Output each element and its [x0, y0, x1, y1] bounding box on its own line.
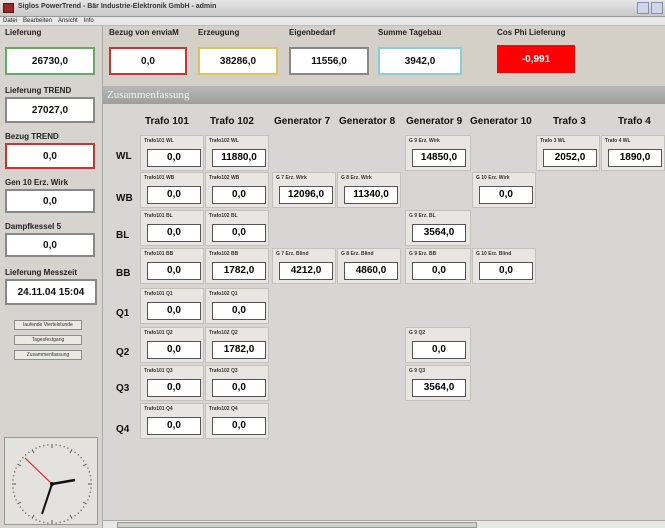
cell-gen8-wb: G 8 Erz. Wirk 11340,0	[337, 172, 401, 208]
tile-label-bezug-trend: Bezug TREND	[5, 132, 59, 141]
cell-gen8-bb: G 8 Erz. Blind 4860,0	[337, 248, 401, 284]
cell-trafo102-bb: Trafo102 BB 1782,0	[205, 248, 269, 284]
section-title: Zusammenfassung	[107, 89, 190, 101]
col-trafo-101: Trafo 101	[145, 116, 189, 127]
col-trafo-102: Trafo 102	[210, 116, 254, 127]
tile-label-dampfkessel: Dampfkessel 5	[5, 222, 62, 231]
cell-trafo102-q3: Trafo102 Q3 0,0	[205, 365, 269, 401]
close-button[interactable]	[651, 2, 663, 14]
cell-trafo3-wl: Trafo 3 WL 2052,0	[536, 135, 600, 171]
menu-bar: Datei Bearbeiten Ansicht Info	[0, 17, 665, 26]
minimize-button[interactable]	[637, 2, 649, 14]
tile-label-lieferung-trend: Lieferung TREND	[5, 86, 72, 95]
tile-value-lieferung: 26730,0	[5, 47, 95, 75]
tile-value-bezug-trend: 0,0	[5, 143, 95, 169]
tile-value-dampfkessel: 0,0	[5, 233, 95, 257]
cell-gen9-q3: G 9 Q3 3564,0	[405, 365, 471, 401]
clock-hour-hand	[51, 478, 76, 486]
title-bar: Siglos PowerTrend - Bär Industrie-Elektr…	[0, 0, 665, 17]
nav-laufende-viertelstunde[interactable]: laufende Viertelstunde	[14, 320, 82, 330]
clock-minute-hand	[41, 483, 53, 515]
tile-label-summe-tagebau: Summe Tagebau	[378, 28, 442, 37]
cell-gen7-wb: G 7 Erz. Wirk 12096,0	[272, 172, 336, 208]
row-wb: WB	[116, 193, 133, 204]
cell-trafo101-q4: Trafo101 Q4 0,0	[140, 403, 204, 439]
cell-trafo101-wb: Trafo101 WB 0,0	[140, 172, 204, 208]
col-generator-8: Generator 8	[339, 116, 396, 127]
cell-trafo101-q3: Trafo101 Q3 0,0	[140, 365, 204, 401]
app-icon	[3, 3, 14, 13]
cell-trafo102-wl: Trafo102 WL 11880,0	[205, 135, 269, 171]
tile-label-lieferung: Lieferung	[5, 28, 42, 37]
cell-trafo102-bl: Trafo102 BL 0,0	[205, 210, 269, 246]
tile-value-gen10: 0,0	[5, 189, 95, 213]
col-generator-9: Generator 9	[406, 116, 463, 127]
cell-gen9-bb: G 9 Erz. BB 0,0	[405, 248, 471, 284]
row-q3: Q3	[116, 383, 130, 394]
cell-trafo102-q1: Trafo102 Q1 0,0	[205, 288, 269, 324]
cell-gen7-bb: G 7 Erz. Blind 4212,0	[272, 248, 336, 284]
row-wl: WL	[116, 151, 132, 162]
tile-value-cos-phi: -0,991	[497, 45, 575, 73]
menu-info[interactable]: Info	[81, 17, 97, 26]
cell-gen9-bl: G 9 Erz. BL 3564,0	[405, 210, 471, 246]
cell-gen10-wb: G 10 Erz. Wirk 0,0	[472, 172, 536, 208]
tile-value-summe-tagebau: 3942,0	[378, 47, 462, 75]
col-generator-10: Generator 10	[470, 116, 532, 127]
row-q2: Q2	[116, 347, 130, 358]
cell-trafo101-bb: Trafo101 BB 0,0	[140, 248, 204, 284]
tile-label-gen10: Gen 10 Erz. Wirk	[5, 178, 69, 187]
horizontal-scrollbar[interactable]	[103, 520, 665, 528]
row-bl: BL	[116, 230, 130, 241]
menu-bearbeiten[interactable]: Bearbeiten	[20, 17, 55, 26]
menu-ansicht[interactable]: Ansicht	[55, 17, 81, 26]
cell-trafo102-q2: Trafo102 Q2 1782,0	[205, 327, 269, 363]
row-q4: Q4	[116, 424, 130, 435]
tile-label-eigenbedarf: Eigenbedarf	[289, 28, 336, 37]
row-bb: BB	[116, 268, 131, 279]
cell-gen9-q2: G 9 Q2 0,0	[405, 327, 471, 363]
col-trafo-3: Trafo 3	[553, 116, 586, 127]
tile-value-bezug: 0,0	[109, 47, 187, 75]
cell-trafo4-wl: Trafo 4 WL 1890,0	[601, 135, 665, 171]
clock-second-hand	[24, 457, 53, 485]
tile-label-bezug: Bezug von enviaM	[109, 28, 179, 37]
clock-face-icon	[12, 444, 92, 524]
tile-value-lieferung-messzeit: 24.11.04 15:04	[5, 279, 97, 305]
nav-zusammenfassung[interactable]: Zusammenfassung	[14, 350, 82, 360]
scrollbar-thumb[interactable]	[117, 522, 477, 528]
menu-datei[interactable]: Datei	[0, 17, 20, 26]
cell-trafo101-wl: Trafo101 WL 0,0	[140, 135, 204, 171]
analog-clock	[4, 437, 98, 525]
cell-trafo101-bl: Trafo101 BL 0,0	[140, 210, 204, 246]
cell-trafo102-wb: Trafo102 WB 0,0	[205, 172, 269, 208]
cell-gen10-bb: G 10 Erz. Blind 0,0	[472, 248, 536, 284]
cell-gen9-wl: G 9 Erz. Wirk 14850,0	[405, 135, 471, 171]
tile-value-erzeugung: 38286,0	[198, 47, 278, 75]
cell-trafo102-q4: Trafo102 Q4 0,0	[205, 403, 269, 439]
col-trafo-4: Trafo 4	[618, 116, 651, 127]
tile-value-eigenbedarf: 11556,0	[289, 47, 369, 75]
cell-trafo101-q2: Trafo101 Q2 0,0	[140, 327, 204, 363]
nav-tagesfestgang[interactable]: Tagesfestgang	[14, 335, 82, 345]
section-header: Zusammenfassung	[103, 86, 665, 104]
row-q1: Q1	[116, 308, 130, 319]
cell-trafo101-q1: Trafo101 Q1 0,0	[140, 288, 204, 324]
tile-label-lieferung-messzeit: Lieferung Messzeit	[5, 268, 78, 277]
col-generator-7: Generator 7	[274, 116, 331, 127]
tile-label-erzeugung: Erzeugung	[198, 28, 240, 37]
tile-value-lieferung-trend: 27027,0	[5, 97, 95, 123]
tile-label-cos-phi: Cos Phi Lieferung	[497, 28, 566, 37]
window-title: Siglos PowerTrend - Bär Industrie-Elektr…	[18, 3, 217, 10]
